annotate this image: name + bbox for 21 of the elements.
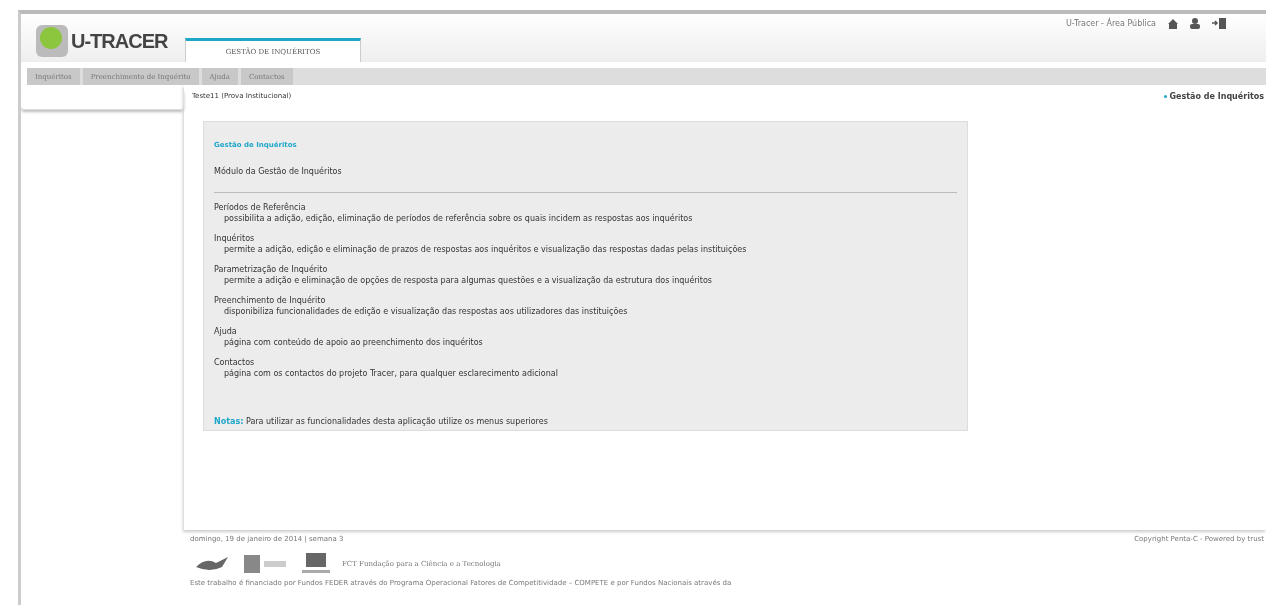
logo-text: U-TRACER <box>71 29 168 53</box>
logo-icon <box>35 24 69 58</box>
item-description: página com conteúdo de apoio ao preenchimento dos inquéritos <box>223 337 484 348</box>
item-description: permite a adição e eliminação de opções de resposta para algumas questões e a visualização da estrutura dos inquéritos <box>223 275 714 286</box>
item-title: Contactos <box>214 357 256 368</box>
area-label: U-Tracer - Área Pública <box>1065 19 1156 28</box>
item-description: página com os contactos do projeto Tracer, para qualquer esclarecimento adicional <box>223 368 559 379</box>
item-title: Inquéritos <box>214 233 256 244</box>
panel-subtitle: Módulo da Gestão de Inquéritos <box>214 167 343 176</box>
logout-icon[interactable] <box>1212 18 1226 29</box>
item-description: disponibiliza funcionalidades de edição e visualização das respostas aos utilizadores das instituições <box>223 306 629 317</box>
home-icon[interactable] <box>1168 18 1178 29</box>
item-description: permite a adição, edição e eliminação de prazos de respostas aos inquéritos e visualização das respostas dadas pelas instituições <box>223 244 748 255</box>
item-title: Preenchimento de Inquérito <box>214 295 327 306</box>
user-icon[interactable] <box>1190 18 1200 29</box>
item-title: Ajuda <box>214 326 238 337</box>
item-title: Parametrização de Inquérito <box>214 264 329 275</box>
note-text: Notas: Para utilizar as funcionalidades desta aplicação utilize os menus superiores <box>214 417 549 426</box>
breadcrumb-link[interactable]: Gestão de Inquéritos <box>1163 92 1264 101</box>
item-title: Períodos de Referência <box>214 202 307 213</box>
item-description: possibilita a adição, edição, eliminação de períodos de referência sobre os quais incidem as respostas aos inquéritos <box>223 213 694 224</box>
